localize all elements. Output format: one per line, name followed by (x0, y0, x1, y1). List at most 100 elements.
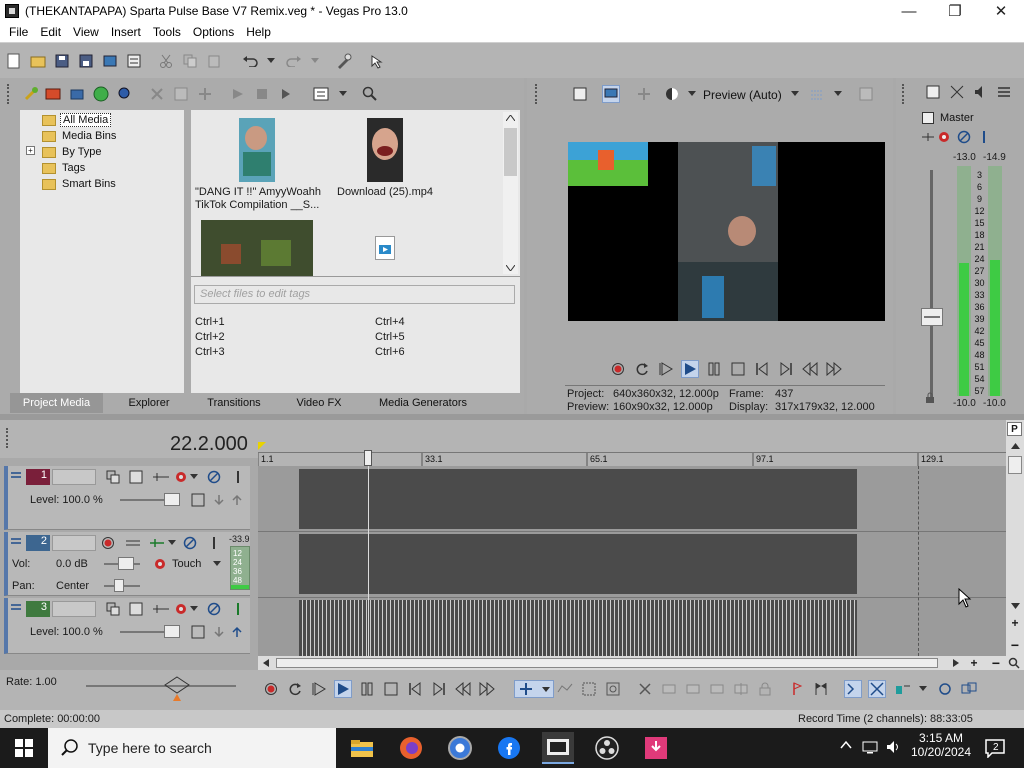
enable-snapping-icon[interactable] (844, 680, 862, 698)
render-as-icon[interactable] (101, 52, 119, 70)
master-fx-icon[interactable] (936, 130, 952, 144)
app-taskbar-icon[interactable] (640, 732, 672, 764)
arrow-up-icon[interactable] (231, 624, 243, 640)
media-fx-icon[interactable] (172, 85, 190, 103)
import-media-icon[interactable] (22, 85, 40, 103)
track-motion-icon[interactable] (152, 470, 170, 484)
zoom-out-horizontal-icon[interactable]: − (990, 655, 1002, 671)
split-screen-dropdown-icon[interactable] (683, 85, 701, 103)
preview-properties-icon[interactable] (571, 85, 589, 103)
save-as-icon[interactable] (77, 52, 95, 70)
video-event-track-3[interactable] (299, 600, 857, 656)
ignore-event-grouping-icon[interactable] (960, 680, 978, 698)
undo-icon[interactable] (241, 52, 259, 70)
insert-region-icon[interactable] (812, 680, 830, 698)
track-name-field[interactable] (52, 535, 96, 551)
next-frame-icon[interactable] (825, 360, 843, 378)
pause-icon[interactable] (705, 360, 723, 378)
chrome-taskbar-icon[interactable] (444, 732, 476, 764)
cut-icon[interactable] (157, 52, 175, 70)
scroll-right-icon[interactable] (952, 659, 960, 667)
menu-edit[interactable]: Edit (34, 25, 67, 39)
playhead-handle[interactable] (364, 450, 372, 466)
pan-slider-thumb[interactable] (114, 579, 124, 592)
tab-video-fx[interactable]: Video FX (286, 393, 352, 413)
automation-dropdown-icon[interactable] (213, 561, 221, 567)
record-icon[interactable] (609, 360, 627, 378)
track-motion-icon[interactable] (152, 602, 170, 616)
audio-track-2[interactable]: 2 Vol: 0.0 dB Touch Pan: Center -33.9 12… (4, 532, 250, 596)
stop-icon[interactable] (382, 680, 400, 698)
track-name-field[interactable] (52, 601, 96, 617)
timeline-vertical-scrollbar[interactable]: P + − (1006, 420, 1024, 656)
mute-icon[interactable] (207, 602, 221, 616)
go-to-start-icon[interactable] (406, 680, 424, 698)
tree-item-tags[interactable]: Tags (42, 160, 85, 176)
solo-icon[interactable] (233, 602, 243, 616)
preview-quality-dropdown-icon[interactable] (786, 85, 804, 103)
pause-icon[interactable] (358, 680, 376, 698)
loop-playback-icon[interactable] (633, 360, 651, 378)
new-project-icon[interactable] (5, 52, 23, 70)
zoom-in-horizontal-icon[interactable]: + (968, 656, 980, 670)
master-pan-icon[interactable] (920, 130, 936, 144)
stop-media-icon[interactable] (253, 85, 271, 103)
overlays-dropdown-icon[interactable] (829, 85, 847, 103)
menu-insert[interactable]: Insert (105, 25, 147, 39)
selection-tool-icon[interactable] (580, 680, 598, 698)
track-fx-dropdown-icon[interactable] (190, 606, 198, 612)
properties-icon[interactable] (125, 52, 143, 70)
video-track-3[interactable]: 3 Level: 100.0 % (4, 598, 250, 654)
scroll-left-icon[interactable] (262, 659, 270, 667)
arrow-down-icon[interactable] (213, 624, 225, 640)
zoom-edit-tool-icon[interactable] (604, 680, 622, 698)
play-from-start-icon[interactable] (657, 360, 675, 378)
panel-grip[interactable] (902, 84, 906, 104)
auto-preview-icon[interactable] (277, 85, 295, 103)
master-mute-icon[interactable] (956, 130, 972, 144)
scroll-thumb[interactable] (1008, 456, 1022, 474)
media-list-scrollbar[interactable] (503, 112, 518, 274)
remove-media-icon[interactable] (148, 85, 166, 103)
media-properties-icon[interactable] (196, 85, 214, 103)
automation-mode[interactable]: Touch (172, 558, 201, 570)
preview-quality-select[interactable]: Preview (Auto) (703, 88, 782, 102)
play-from-start-icon[interactable] (310, 680, 328, 698)
compositing-mode-icon[interactable] (106, 470, 120, 484)
file-explorer-taskbar-icon[interactable] (346, 732, 378, 764)
split-icon[interactable] (732, 680, 750, 698)
next-frame-icon[interactable] (478, 680, 496, 698)
panel-grip[interactable] (6, 428, 10, 448)
tree-item-by-type[interactable]: By Type (42, 144, 102, 160)
volume-slider-thumb[interactable] (118, 557, 134, 570)
bypass-motion-blur-icon[interactable] (190, 624, 206, 640)
notification-center-icon[interactable]: 2 (984, 738, 1008, 760)
track-list-menu-icon[interactable]: P (1007, 422, 1022, 436)
trim-end-icon[interactable] (708, 680, 726, 698)
open-folder-icon[interactable] (29, 52, 47, 70)
tags-input[interactable]: Select files to edit tags (194, 285, 515, 304)
overlays-icon[interactable] (808, 85, 826, 103)
panel-grip[interactable] (7, 84, 11, 104)
render-icon[interactable] (335, 52, 353, 70)
insert-marker-icon[interactable] (788, 680, 806, 698)
track-fx-dropdown-icon[interactable] (190, 474, 198, 480)
copy-snapshot-icon[interactable] (857, 85, 875, 103)
trim-start-icon[interactable] (684, 680, 702, 698)
minimize-button[interactable]: — (886, 0, 932, 22)
tab-transitions[interactable]: Transitions (196, 393, 272, 413)
track-expand-icon[interactable] (10, 536, 22, 550)
auto-ripple-icon[interactable] (894, 680, 912, 698)
zoom-in-vertical-icon[interactable]: + (1008, 616, 1022, 630)
menu-file[interactable]: File (3, 25, 34, 39)
normal-edit-tool-icon[interactable] (514, 680, 554, 698)
whats-this-help-icon[interactable] (368, 52, 386, 70)
make-compositing-child-icon[interactable] (129, 470, 143, 484)
audio-event-track-2[interactable] (299, 534, 857, 594)
views-icon[interactable] (312, 85, 330, 103)
arrow-up-icon[interactable] (231, 492, 243, 508)
delete-icon[interactable] (636, 680, 654, 698)
tab-explorer[interactable]: Explorer (108, 393, 190, 413)
media-thumbnail[interactable] (239, 118, 275, 182)
save-icon[interactable] (53, 52, 71, 70)
